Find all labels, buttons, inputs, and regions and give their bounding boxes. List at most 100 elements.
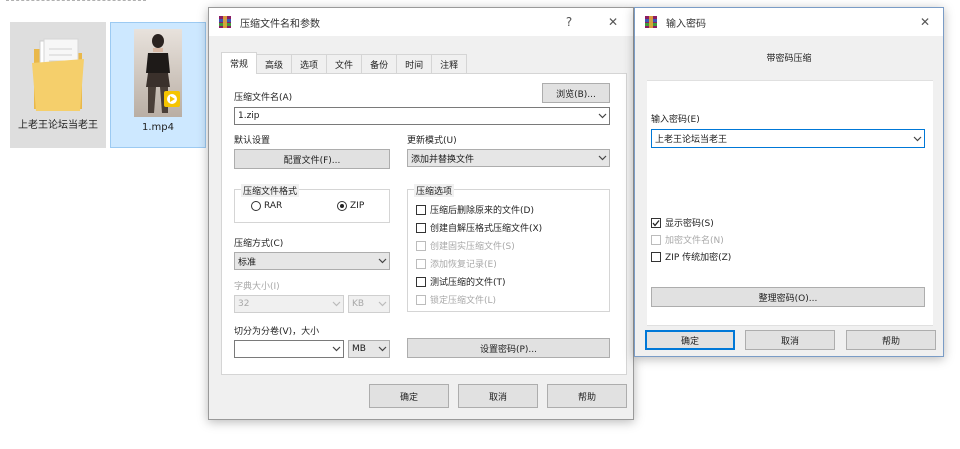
update-mode-value: 添加并替换文件 — [411, 154, 475, 165]
enter-password-dialog: 输入密码 ✕ 带密码压缩 输入密码(E) 上老王论坛当老王 显示密码(S) 加密… — [634, 7, 944, 357]
organize-passwords-button[interactable]: 整理密码(O)... — [651, 287, 925, 307]
archive-options-legend: 压缩选项 — [414, 184, 455, 197]
archive-parameters-dialog: 压缩文件名和参数 ? ✕ 常规 高级 选项 文件 备份 时间 注释 压缩文件名(… — [208, 7, 634, 420]
format-rar-radio[interactable]: RAR — [251, 201, 282, 211]
archive-cancel-button[interactable]: 取消 — [458, 384, 538, 408]
dictionary-size-value: 32 — [238, 299, 250, 309]
browse-button[interactable]: 浏览(B)... — [542, 83, 610, 103]
option-test-files[interactable]: 测试压缩的文件(T) — [416, 275, 506, 288]
compression-method-value: 标准 — [238, 257, 257, 268]
checkmark-icon — [651, 217, 661, 228]
radio-circle — [251, 201, 261, 211]
password-input[interactable]: 上老王论坛当老王 — [651, 129, 925, 148]
update-mode-select[interactable]: 添加并替换文件 — [407, 149, 610, 167]
dictionary-unit-select: KB — [348, 295, 390, 313]
zip-legacy-encryption-label: ZIP 传统加密(Z) — [665, 253, 732, 263]
archive-format-group: 压缩文件格式 RAR ZIP — [234, 184, 390, 223]
option-label: 添加恢复记录(E) — [430, 260, 497, 270]
chevron-down-icon — [329, 296, 343, 312]
password-help-button[interactable]: 帮助 — [846, 330, 936, 350]
default-settings-label: 默认设置 — [234, 136, 271, 146]
chevron-down-icon[interactable] — [595, 108, 609, 124]
password-ok-button[interactable]: 确定 — [645, 330, 735, 350]
general-tab-panel: 压缩文件名(A) 浏览(B)... 1.zip 默认设置 配置文件(F)... … — [221, 73, 627, 375]
tab-general[interactable]: 常规 — [221, 52, 258, 74]
checkbox — [416, 294, 426, 305]
split-unit-value: MB — [352, 344, 366, 354]
help-icon[interactable]: ? — [555, 8, 583, 36]
password-dialog-title: 输入密码 — [666, 18, 706, 30]
password-cancel-button[interactable]: 取消 — [745, 330, 835, 350]
archive-name-input[interactable]: 1.zip — [234, 107, 610, 125]
archive-options-group: 压缩选项 压缩后删除原来的文件(D) 创建自解压格式压缩文件(X) 创建固实压缩… — [407, 184, 610, 312]
password-value: 上老王论坛当老王 — [655, 135, 728, 145]
format-zip-radio[interactable]: ZIP — [337, 201, 364, 211]
compression-method-select[interactable]: 标准 — [234, 252, 390, 270]
chevron-down-icon[interactable] — [329, 341, 343, 357]
video-file-item[interactable]: 1.mp4 — [110, 22, 206, 148]
split-size-input[interactable] — [234, 340, 344, 358]
checkbox — [416, 222, 426, 233]
tab-files[interactable]: 文件 — [326, 54, 363, 74]
option-lock-archive: 锁定压缩文件(L) — [416, 293, 496, 306]
option-create-sfx[interactable]: 创建自解压格式压缩文件(X) — [416, 221, 542, 234]
chevron-down-icon[interactable] — [595, 150, 609, 166]
archive-ok-button[interactable]: 确定 — [369, 384, 449, 408]
show-password-checkbox[interactable]: 显示密码(S) — [651, 216, 714, 229]
tab-advanced[interactable]: 高级 — [256, 54, 293, 74]
video-file-name: 1.mp4 — [142, 122, 174, 133]
checkbox — [416, 276, 426, 287]
split-unit-select[interactable]: MB — [348, 340, 390, 358]
winrar-icon — [645, 16, 657, 28]
encrypt-filenames-label: 加密文件名(N) — [665, 236, 724, 246]
checkbox — [416, 258, 426, 269]
tab-options[interactable]: 选项 — [291, 54, 328, 74]
tab-backup[interactable]: 备份 — [361, 54, 398, 74]
folder-icon — [32, 38, 84, 111]
archive-help-button[interactable]: 帮助 — [547, 384, 627, 408]
chevron-down-icon[interactable] — [375, 341, 389, 357]
chevron-down-icon[interactable] — [910, 130, 924, 147]
checkbox — [416, 204, 426, 215]
archive-name-value: 1.zip — [238, 111, 260, 121]
password-dialog-titlebar[interactable]: 输入密码 ✕ — [635, 8, 943, 36]
option-recovery-record: 添加恢复记录(E) — [416, 257, 497, 270]
folder-name: 上老王论坛当老王 — [18, 120, 98, 131]
archive-format-legend: 压缩文件格式 — [241, 184, 300, 197]
option-label: 创建自解压格式压缩文件(X) — [430, 224, 543, 234]
dictionary-size-label: 字典大小(I) — [234, 282, 280, 292]
archive-name-label: 压缩文件名(A) — [234, 93, 293, 103]
tab-time[interactable]: 时间 — [396, 54, 433, 74]
checkbox — [416, 240, 426, 251]
archive-dialog-title: 压缩文件名和参数 — [240, 18, 320, 30]
option-solid-archive: 创建固实压缩文件(S) — [416, 239, 515, 252]
split-volumes-label: 切分为分卷(V)，大小 — [234, 327, 320, 337]
checkbox — [651, 234, 661, 245]
update-mode-label: 更新模式(U) — [407, 136, 457, 146]
chevron-down-icon — [375, 296, 389, 312]
show-password-label: 显示密码(S) — [665, 219, 714, 229]
profiles-button[interactable]: 配置文件(F)... — [234, 149, 390, 169]
option-label: 创建固实压缩文件(S) — [430, 242, 515, 252]
tab-comment[interactable]: 注释 — [431, 54, 468, 74]
folder-item[interactable]: 上老王论坛当老王 — [10, 22, 106, 148]
option-label: 测试压缩的文件(T) — [430, 278, 506, 288]
compression-method-label: 压缩方式(C) — [234, 239, 284, 249]
dictionary-unit-value: KB — [352, 299, 365, 309]
archive-tabs: 常规 高级 选项 文件 备份 时间 注释 — [221, 52, 468, 74]
explorer-top-edge — [6, 0, 146, 4]
radio-circle-selected — [337, 201, 347, 211]
format-zip-label: ZIP — [350, 201, 365, 211]
checkbox — [651, 251, 661, 262]
option-label: 压缩后删除原来的文件(D) — [430, 206, 534, 216]
winrar-icon — [219, 16, 231, 28]
close-icon[interactable]: ✕ — [911, 8, 939, 36]
close-icon[interactable]: ✕ — [599, 8, 627, 36]
archive-dialog-titlebar[interactable]: 压缩文件名和参数 ? ✕ — [209, 8, 633, 36]
zip-legacy-encryption-checkbox[interactable]: ZIP 传统加密(Z) — [651, 250, 731, 263]
chevron-down-icon[interactable] — [375, 253, 389, 269]
option-delete-after[interactable]: 压缩后删除原来的文件(D) — [416, 203, 534, 216]
set-password-button[interactable]: 设置密码(P)... — [407, 338, 610, 358]
password-dialog-heading: 带密码压缩 — [766, 54, 812, 64]
option-label: 锁定压缩文件(L) — [430, 296, 497, 306]
